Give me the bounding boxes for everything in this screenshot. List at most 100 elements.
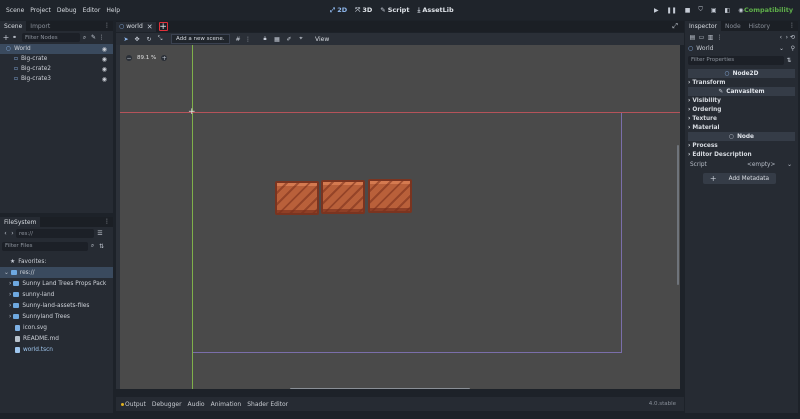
menu-scene[interactable]: Scene bbox=[6, 7, 24, 14]
tree-item-big-crate2[interactable]: ▫ Big-crate2 ◉ bbox=[0, 64, 113, 74]
section-texture[interactable]: › Texture bbox=[685, 114, 798, 123]
section-ordering[interactable]: › Ordering bbox=[685, 105, 798, 114]
tab-filesystem[interactable]: FileSystem bbox=[0, 217, 41, 227]
fs-folder-item[interactable]: › sunny-land bbox=[0, 289, 113, 300]
menu-editor[interactable]: Editor bbox=[83, 7, 101, 14]
tab-scene[interactable]: Scene bbox=[0, 21, 27, 31]
filter-nodes-input[interactable]: Filter Nodes bbox=[22, 33, 80, 42]
save-resource-icon[interactable]: ▥ bbox=[706, 34, 715, 41]
grid-snap-icon[interactable]: # bbox=[233, 36, 243, 43]
fs-file-item[interactable]: world.tscn bbox=[0, 344, 113, 355]
visibility-eye-icon[interactable]: ◉ bbox=[102, 66, 107, 73]
tree-item-world[interactable]: ○ World ◉ bbox=[0, 44, 113, 54]
tab-inspector[interactable]: Inspector bbox=[685, 21, 721, 31]
zoom-out-icon[interactable]: − bbox=[126, 55, 132, 62]
dock-menu-icon[interactable]: ⋮ bbox=[789, 22, 795, 29]
history-icon[interactable]: ⟲ bbox=[790, 34, 795, 41]
menu-project[interactable]: Project bbox=[30, 7, 51, 14]
tab-output[interactable]: Output bbox=[125, 401, 146, 408]
lock-icon[interactable]: 🔒︎ bbox=[259, 35, 271, 43]
filter-files-input[interactable]: Filter Files bbox=[2, 241, 88, 251]
zoom-in-icon[interactable]: + bbox=[161, 55, 168, 62]
visibility-eye-icon[interactable]: ◉ bbox=[102, 76, 107, 83]
more-icon[interactable]: ⋮ bbox=[243, 36, 253, 43]
pause-icon[interactable]: ❚❚ bbox=[667, 7, 677, 14]
open-resource-icon[interactable]: ▭ bbox=[697, 34, 706, 41]
fs-folder-item[interactable]: › Sunnyland Trees bbox=[0, 311, 113, 322]
play-icon[interactable]: ▶ bbox=[654, 7, 659, 14]
view-menu[interactable]: View bbox=[315, 36, 329, 43]
new-resource-icon[interactable]: ▤ bbox=[688, 34, 697, 41]
crate-sprite-3[interactable] bbox=[368, 179, 412, 213]
object-selector[interactable]: ○ World ⌄ ⚲ bbox=[685, 43, 798, 54]
tree-item-big-crate3[interactable]: ▫ Big-crate3 ◉ bbox=[0, 74, 113, 84]
chevron-down-icon[interactable]: ⌄ bbox=[787, 162, 792, 168]
tree-item-big-crate[interactable]: ▫ Big-crate ◉ bbox=[0, 54, 113, 64]
dock-menu-icon[interactable]: ⋮ bbox=[104, 22, 110, 29]
fs-root-item[interactable]: ⌄ res:// bbox=[0, 267, 113, 278]
section-material[interactable]: › Material bbox=[685, 123, 798, 132]
search-icon[interactable]: ⌕ bbox=[80, 34, 89, 42]
group-icon[interactable]: ▦ bbox=[271, 36, 283, 43]
add-scene-icon[interactable]: + bbox=[158, 22, 168, 32]
filter-options-icon[interactable]: ⇅ bbox=[784, 57, 794, 64]
script-value-field[interactable]: <empty> bbox=[747, 162, 775, 168]
tab-audio[interactable]: Audio bbox=[188, 401, 205, 408]
tab-debugger[interactable]: Debugger bbox=[152, 401, 182, 408]
canvas-viewport[interactable]: + − 89.1 % + bbox=[120, 45, 680, 389]
zoom-level[interactable]: 89.1 % bbox=[137, 55, 156, 61]
script-attach-icon[interactable]: ✎ bbox=[89, 34, 98, 41]
crate-sprite-1[interactable] bbox=[275, 181, 319, 215]
play-custom-scene-icon[interactable]: ◧ bbox=[725, 7, 731, 14]
rotate-mode-icon[interactable]: ↻ bbox=[143, 36, 155, 43]
tab-world-scene[interactable]: ○ world ✕ bbox=[116, 21, 156, 32]
tab-animation[interactable]: Animation bbox=[211, 401, 242, 408]
fs-file-item[interactable]: icon.svg bbox=[0, 322, 113, 333]
filter-properties-input[interactable]: Filter Properties bbox=[688, 55, 784, 65]
section-visibility[interactable]: › Visibility bbox=[685, 96, 798, 105]
play-scene-icon[interactable]: ▣ bbox=[711, 7, 717, 14]
more-icon[interactable]: ⋮ bbox=[98, 34, 105, 41]
tab-shader-editor[interactable]: Shader Editor bbox=[247, 401, 288, 408]
workspace-script-button[interactable]: ✎ Script bbox=[380, 6, 409, 14]
fs-folder-item[interactable]: › Sunny-land-assets-files bbox=[0, 300, 113, 311]
stop-icon[interactable]: ■ bbox=[685, 7, 691, 14]
history-forward-icon[interactable]: › bbox=[786, 34, 788, 41]
crate-sprite-2[interactable] bbox=[321, 180, 365, 214]
select-mode-icon[interactable]: ➤ bbox=[121, 36, 131, 43]
horizontal-scrollbar[interactable] bbox=[290, 388, 470, 389]
fs-file-item[interactable]: README.md bbox=[0, 333, 113, 344]
fs-folder-item[interactable]: › Sunny Land Trees Props Pack bbox=[0, 278, 113, 289]
dock-menu-icon[interactable]: ⋮ bbox=[104, 218, 110, 225]
movie-maker-icon[interactable]: ◉ bbox=[738, 7, 743, 14]
menu-debug[interactable]: Debug bbox=[57, 7, 77, 14]
split-view-icon[interactable]: ☰ bbox=[94, 230, 106, 237]
link-icon[interactable]: ⚭ bbox=[10, 34, 19, 41]
tab-node[interactable]: Node bbox=[721, 21, 745, 31]
visibility-eye-icon[interactable]: ◉ bbox=[102, 56, 107, 63]
add-metadata-button[interactable]: + Add Metadata bbox=[703, 173, 776, 184]
favorites-item[interactable]: ★ Favorites: bbox=[0, 256, 113, 267]
vertical-scrollbar[interactable] bbox=[677, 145, 679, 285]
fs-path-field[interactable]: res:// bbox=[16, 229, 94, 238]
more-icon[interactable]: ⋮ bbox=[715, 34, 724, 41]
distraction-free-icon[interactable]: ⤢ bbox=[672, 22, 678, 31]
node-info-icon[interactable]: ⚲ bbox=[791, 45, 795, 52]
history-back-icon[interactable]: ‹ bbox=[780, 34, 782, 41]
workspace-3d-button[interactable]: ⤧ 3D bbox=[355, 6, 372, 15]
section-transform[interactable]: › Transform bbox=[685, 78, 798, 87]
bone-icon[interactable]: ✐ bbox=[283, 36, 295, 43]
move-mode-icon[interactable]: ✥ bbox=[131, 36, 143, 43]
skeleton-icon[interactable]: ⌖ bbox=[295, 35, 307, 43]
workspace-2d-button[interactable]: ⤢ 2D bbox=[330, 6, 347, 15]
visibility-eye-icon[interactable]: ◉ bbox=[102, 46, 107, 53]
back-icon[interactable]: ‹ bbox=[2, 230, 9, 237]
add-node-icon[interactable]: + bbox=[2, 33, 10, 42]
tab-import[interactable]: Import bbox=[26, 21, 54, 31]
section-process[interactable]: › Process bbox=[685, 141, 798, 150]
search-icon[interactable]: ⌕ bbox=[88, 242, 97, 250]
workspace-assetlib-button[interactable]: ⤓ AssetLib bbox=[417, 6, 453, 15]
close-icon[interactable]: ✕ bbox=[147, 23, 153, 31]
scale-mode-icon[interactable]: ⤡ bbox=[155, 35, 165, 43]
renderer-selector[interactable]: Compatibility bbox=[744, 6, 793, 14]
